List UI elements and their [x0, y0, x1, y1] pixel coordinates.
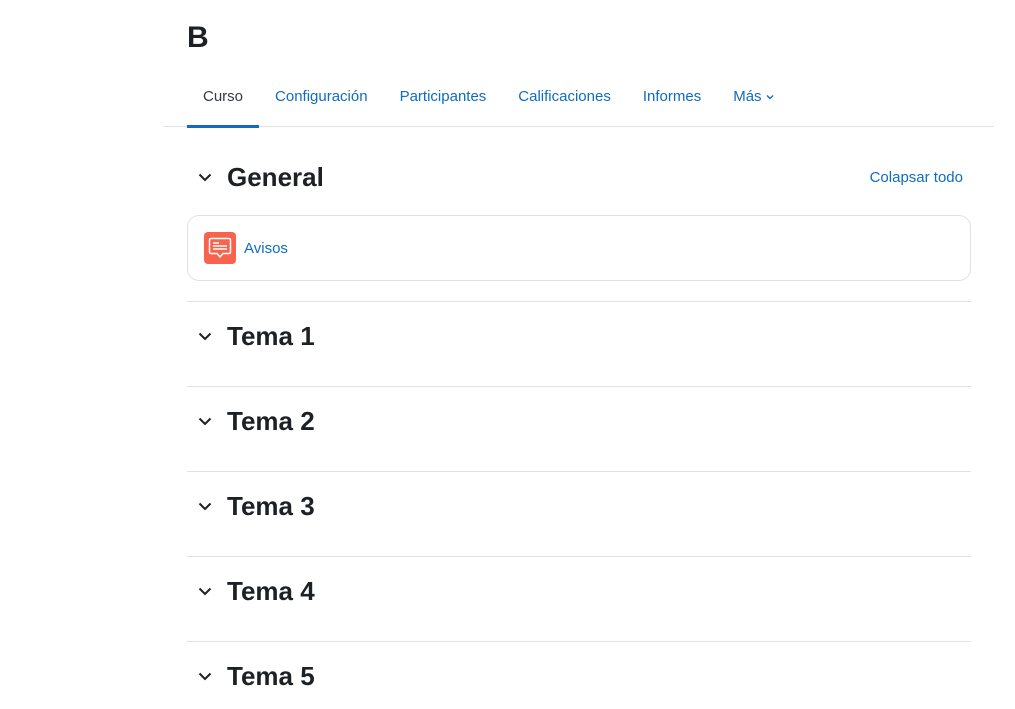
section-divider	[187, 641, 971, 642]
section-header: Tema 1	[187, 316, 971, 356]
section-title: General	[227, 161, 324, 192]
tab-label: Participantes	[399, 88, 487, 105]
section-title: Tema 2	[227, 405, 315, 436]
course-page: B Curso Configuración Participantes Cali…	[0, 0, 1015, 709]
activity-item: Avisos	[187, 215, 971, 281]
section-divider	[187, 556, 971, 557]
section-tema-1: Tema 1	[187, 316, 971, 356]
chevron-down-icon[interactable]	[188, 321, 222, 351]
collapse-all-link[interactable]: Colapsar todo	[870, 169, 963, 186]
section-tema-2: Tema 2	[187, 401, 971, 441]
chevron-down-icon[interactable]	[188, 491, 222, 521]
tab-course[interactable]: Curso	[187, 66, 260, 128]
chevron-down-icon[interactable]	[188, 406, 222, 436]
section-title: Tema 4	[227, 575, 315, 606]
section-tema-3: Tema 3	[187, 486, 971, 526]
section-divider	[187, 386, 971, 387]
tab-settings[interactable]: Configuración	[259, 66, 384, 127]
section-tema-4: Tema 4	[187, 571, 971, 611]
section-header: Tema 4	[187, 571, 971, 611]
tab-label: Configuración	[275, 88, 368, 105]
tab-participants[interactable]: Participantes	[384, 66, 503, 127]
section-divider	[187, 471, 971, 472]
chevron-down-icon[interactable]	[188, 661, 222, 691]
tab-label: Informes	[642, 88, 702, 105]
chevron-down-icon[interactable]	[188, 576, 222, 606]
tab-more-dropdown[interactable]: Más	[717, 66, 790, 127]
chevron-down-icon	[765, 92, 775, 102]
section-title: Tema 3	[227, 490, 315, 521]
section-header: General Colapsar todo	[187, 157, 971, 197]
tab-list: Curso Configuración Participantes Califi…	[187, 66, 791, 128]
tab-label: Más	[733, 88, 762, 105]
section-title: Tema 1	[227, 320, 315, 351]
section-general: General Colapsar todo	[187, 157, 971, 197]
section-divider	[187, 301, 971, 302]
section-header: Tema 5	[187, 656, 971, 696]
section-header: Tema 2	[187, 401, 971, 441]
section-title: Tema 5	[227, 660, 315, 691]
activity-link-avisos[interactable]: Avisos	[244, 240, 288, 257]
chevron-down-icon[interactable]	[188, 162, 222, 192]
tab-label: Calificaciones	[518, 88, 611, 105]
tab-label: Curso	[203, 88, 244, 105]
secondary-navigation: Curso Configuración Participantes Califi…	[164, 66, 994, 128]
section-header: Tema 3	[187, 486, 971, 526]
section-tema-5: Tema 5	[187, 656, 971, 696]
tab-reports[interactable]: Informes	[627, 66, 717, 127]
course-title: B	[187, 21, 209, 54]
tab-grades[interactable]: Calificaciones	[502, 66, 627, 127]
forum-icon	[204, 232, 236, 264]
